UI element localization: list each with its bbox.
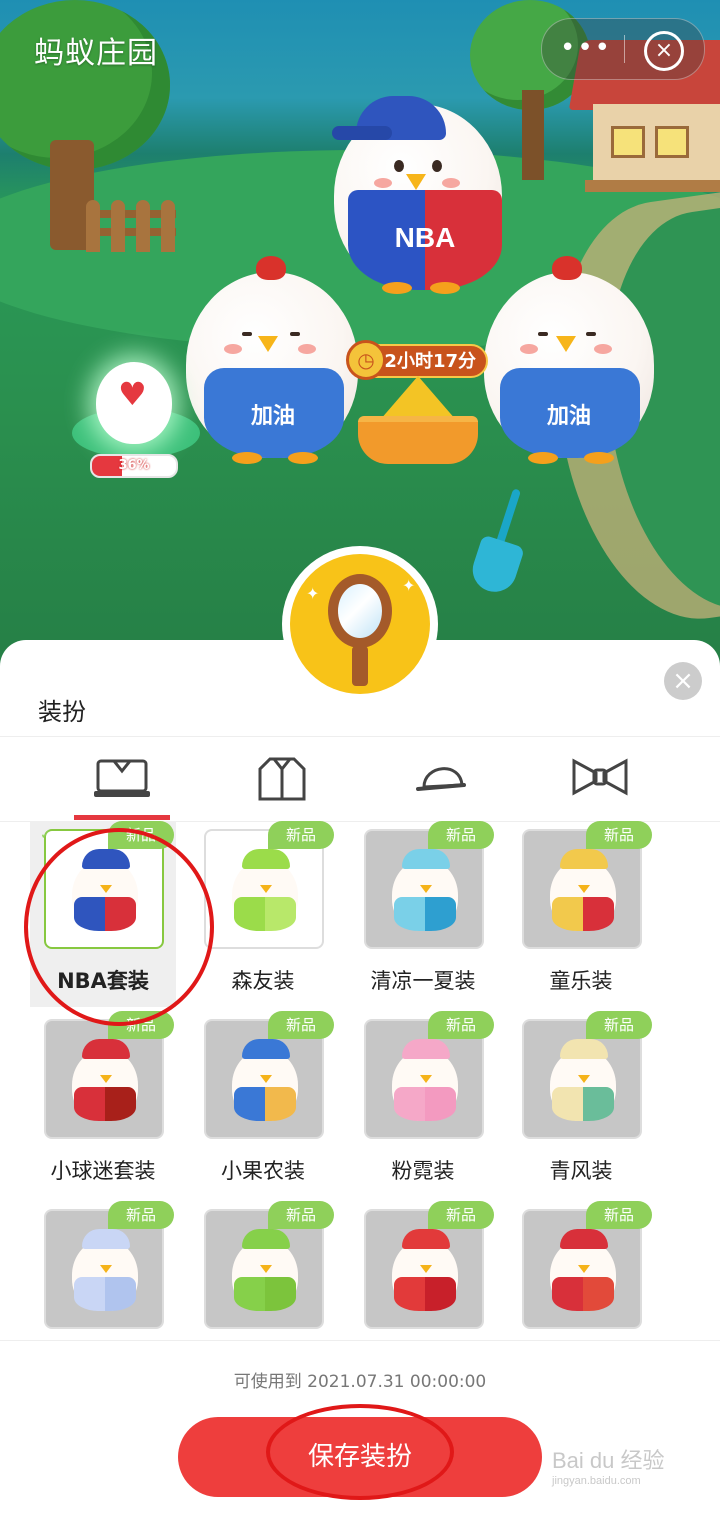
- clock-icon: ◷: [346, 340, 386, 380]
- tab-accessory[interactable]: [508, 737, 688, 821]
- outfit-grid: 新品 ✓ NBA套装 新品 森友装 新品 清凉一夏装 新品 童乐装 新品 小球迷套装 新品 小果农装 新品…: [0, 821, 720, 1341]
- outfit-item[interactable]: 新品青风装: [508, 1011, 654, 1197]
- mirror-button[interactable]: ✦ ✦: [282, 546, 438, 702]
- new-badge: 新品: [586, 1011, 652, 1039]
- cheer-badge: 加油: [546, 403, 591, 428]
- outfit-item[interactable]: 新品童乐装: [508, 821, 654, 1007]
- outfit-label: 粉霓装: [391, 1159, 455, 1183]
- watermark-brand: Bai du 经验: [552, 1448, 665, 1473]
- category-tabs: [0, 736, 720, 822]
- outfit-item[interactable]: 新品: [30, 1201, 176, 1341]
- new-badge: 新品: [268, 821, 334, 849]
- outfit-item[interactable]: 新品森友装: [190, 821, 336, 1007]
- clothing-set-icon: [94, 759, 150, 797]
- new-badge: 新品: [268, 1011, 334, 1039]
- nba-logo: NBA: [394, 222, 456, 253]
- energy-bar: 36%: [90, 454, 178, 478]
- check-icon: ✓: [40, 827, 52, 843]
- new-badge: 新品: [428, 1011, 494, 1039]
- outfit-item[interactable]: 新品: [350, 1201, 496, 1341]
- food-bowl[interactable]: [358, 376, 478, 464]
- new-badge: 新品: [108, 1011, 174, 1039]
- new-badge: 新品: [586, 1201, 652, 1229]
- new-badge: 新品: [108, 1201, 174, 1229]
- chick-left[interactable]: 加油: [186, 256, 358, 464]
- outfit-item[interactable]: 新品 ✓ NBA套装: [30, 821, 176, 1007]
- outfit-item[interactable]: 新品粉霓装: [350, 1011, 496, 1197]
- outfit-label: 小果农装: [221, 1159, 305, 1183]
- fence: [86, 192, 176, 252]
- mirror-icon: [338, 584, 382, 638]
- close-icon[interactable]: ×: [644, 31, 684, 71]
- new-badge: 新品: [108, 821, 174, 849]
- bow-tie-icon: [572, 758, 628, 796]
- watermark-logo: Bai du 经验 jingyan.baidu.com: [552, 1443, 712, 1503]
- outfit-label: 童乐装: [549, 969, 613, 993]
- tab-top[interactable]: [192, 737, 372, 821]
- save-outfit-button[interactable]: 保存装扮: [178, 1417, 542, 1497]
- app-title: 蚂蚁庄园: [34, 37, 158, 70]
- cheer-badge: 加油: [250, 403, 295, 428]
- mini-program-capsule: ••• ×: [541, 18, 705, 80]
- tab-outfit[interactable]: [32, 737, 212, 821]
- outfit-item[interactable]: 新品清凉一夏装: [350, 821, 496, 1007]
- outfit-item[interactable]: 新品: [190, 1201, 336, 1341]
- new-badge: 新品: [428, 1201, 494, 1229]
- outfit-item[interactable]: 新品小果农装: [190, 1011, 336, 1197]
- outfit-label: 森友装: [231, 969, 295, 993]
- panel-close-icon[interactable]: ×: [664, 662, 702, 700]
- panel-footer: 可使用到 2021.07.31 00:00:00 保存装扮 Bai du 经验 …: [0, 1340, 720, 1518]
- outfit-label: 小球迷套装: [50, 1159, 156, 1183]
- outfit-label: 青风装: [549, 1159, 613, 1183]
- feeding-timer: ◷ 2小时17分: [346, 340, 488, 380]
- chick-right[interactable]: 加油: [484, 256, 654, 464]
- outfit-label: 清凉一夏装: [370, 969, 476, 993]
- cap-icon: [416, 767, 466, 791]
- new-badge: 新品: [586, 821, 652, 849]
- love-egg[interactable]: ♥: [96, 362, 172, 444]
- more-icon[interactable]: •••: [560, 33, 612, 65]
- tab-hat[interactable]: [352, 737, 532, 821]
- panel-title: 装扮: [38, 698, 86, 726]
- new-badge: 新品: [268, 1201, 334, 1229]
- dress-up-panel: 装扮 × 新品 ✓ NBA套装 新品 森友装 新品 清凉一夏装 新品 童乐装 新…: [0, 640, 720, 1518]
- jacket-icon: [258, 757, 306, 801]
- outfit-label: NBA套装: [57, 969, 149, 993]
- timer-text: 2小时17分: [384, 351, 476, 372]
- new-badge: 新品: [428, 821, 494, 849]
- active-tab-indicator: [74, 815, 170, 820]
- energy-percent: 36%: [118, 458, 150, 473]
- expiry-text: 可使用到 2021.07.31 00:00:00: [233, 1372, 487, 1392]
- heart-icon: ♥: [118, 375, 147, 413]
- watermark-url: jingyan.baidu.com: [552, 1475, 641, 1487]
- outfit-item[interactable]: 新品: [508, 1201, 654, 1341]
- nba-chick[interactable]: NBA: [332, 96, 502, 294]
- shovel-icon[interactable]: [467, 488, 530, 598]
- outfit-item[interactable]: 新品小球迷套装: [30, 1011, 176, 1197]
